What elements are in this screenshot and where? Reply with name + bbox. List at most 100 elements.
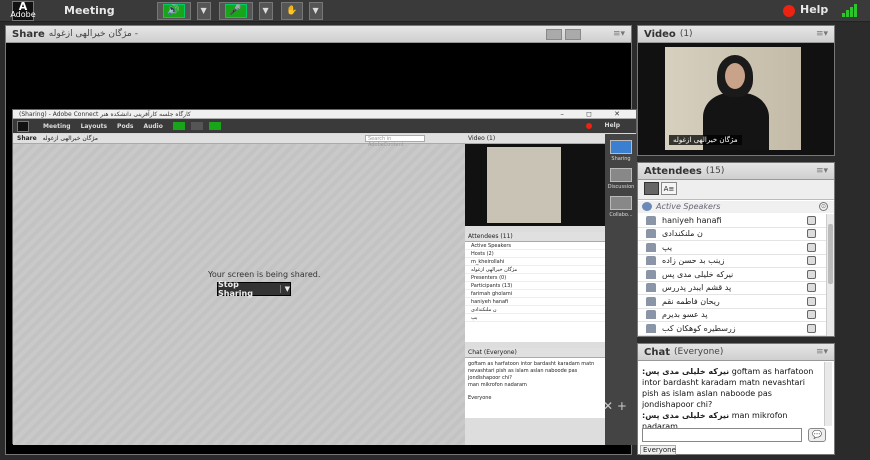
inner-chat-tab[interactable]: Everyone (468, 395, 602, 402)
list-item: Active Speakers (465, 242, 605, 250)
inner-record-icon (586, 123, 592, 129)
mic-icon (807, 323, 816, 333)
share-pod: Share مژگان خیرالهی ازغوله - ≡▾ (Sharing… (5, 25, 637, 455)
list-item: Presenters (0) (465, 274, 605, 282)
chat-sender: :نیرکه خلیلی مدی پس (642, 367, 730, 376)
user-icon (646, 215, 656, 225)
video-title: Video (644, 28, 676, 40)
inner-speaker-icon[interactable] (172, 122, 185, 130)
list-item[interactable]: haniyeh hanafi (638, 214, 826, 228)
inner-video-header: Video (1) (465, 134, 605, 144)
inner-menu-layouts[interactable]: Layouts (81, 123, 107, 130)
user-icon (646, 242, 656, 252)
stop-sharing-button[interactable]: Stop Sharing ▼ (217, 280, 291, 298)
list-item[interactable]: پد قشم ایبدر پدررس (638, 282, 826, 295)
list-item[interactable]: haniyeh hanafi (465, 298, 605, 306)
status-button[interactable]: ✋ (280, 1, 303, 20)
inner-menu-meeting[interactable]: Meeting (43, 123, 71, 130)
fit-width-icon[interactable] (546, 29, 562, 40)
attendee-scrollbar[interactable] (826, 214, 834, 336)
attendees-title: Attendees (644, 165, 702, 177)
list-item[interactable]: ن ملنکندادی (465, 306, 605, 314)
inner-menu-audio[interactable]: Audio (143, 123, 162, 130)
layout-tile-discussion[interactable] (610, 168, 632, 182)
screen-shared-message: Your screen is being shared. (208, 270, 321, 279)
inner-adobe-logo-icon (17, 120, 29, 132)
collapse-icon[interactable]: ⊙ (819, 202, 828, 211)
logo-text: Adobe (10, 9, 36, 19)
chat-scope: (Everyone) (674, 347, 724, 357)
list-item[interactable]: زینب بد حسن زاده (638, 255, 826, 268)
attendee-name: یپ (662, 242, 673, 252)
chat-pod-menu-icon[interactable]: ≡▾ (816, 347, 828, 357)
list-item[interactable]: ریحان فاطمه نقم (638, 295, 826, 309)
add-layout-icon[interactable]: ✕ + (603, 399, 627, 413)
inner-menu-pods[interactable]: Pods (117, 123, 133, 130)
sort-icon[interactable]: A≡ (661, 182, 677, 195)
list-item[interactable]: m_kheirollahi (465, 258, 605, 266)
inner-window-titlebar: (Sharing) - Adobe Connect کارگاه جلسه کا… (13, 110, 636, 119)
microphone-dropdown-arrow[interactable]: ▼ (258, 1, 273, 20)
attendee-name: ریحان فاطمه نقم (662, 296, 720, 306)
attendees-pod: Attendees (15) ≡▾ A≡ Active Speakers ⊙ h… (637, 162, 835, 337)
list-item[interactable]: زرسطیره کوهکان کب (638, 322, 826, 336)
chat-scrollbar[interactable] (824, 362, 832, 426)
user-icon (646, 283, 656, 293)
list-item[interactable]: پد عسو بدیرم (638, 309, 826, 322)
layout-tile-collaboration[interactable] (610, 196, 632, 210)
chat-pod: Chat (Everyone) ≡▾ :نیرکه خلیلی مدی پس g… (637, 343, 835, 455)
window-controls[interactable]: – ◻ ✕ (560, 110, 630, 119)
active-speakers-header[interactable]: Active Speakers ⊙ (638, 201, 834, 213)
chat-tab-everyone[interactable]: Everyone (640, 445, 676, 455)
attendee-list: haniyeh hanafi ن ملنکندادی یپ زینب بد حس… (638, 214, 826, 336)
meeting-menu[interactable]: Meeting (64, 4, 115, 17)
inner-microphone-icon[interactable] (208, 122, 221, 130)
attendees-pod-menu-icon[interactable]: ≡▾ (816, 166, 828, 176)
scroll-thumb[interactable] (828, 224, 833, 284)
user-icon (646, 310, 656, 320)
share-subtitle: مژگان خیرالهی ازغوله - (48, 29, 138, 39)
inner-attendee-list: Active Speakers Hosts (2) m_kheirollahi … (465, 242, 605, 342)
inner-right-column: Video (1) Attendees (11) Active Speakers… (465, 134, 605, 445)
chat-messages: :نیرکه خلیلی مدی پس goftam as harfatoon … (642, 366, 824, 431)
inner-share-pod: Share مژگان خیرالهی ازغوله Search in Ado… (13, 134, 465, 445)
inner-search-field[interactable]: Search in AdobeContent (365, 135, 425, 148)
stop-sharing-dropdown-icon[interactable]: ▼ (279, 285, 290, 293)
chat-title: Chat (644, 346, 670, 358)
attendee-name: haniyeh hanafi (662, 215, 722, 225)
list-item[interactable]: farimah gholami (465, 290, 605, 298)
list-item[interactable]: ن ملنکندادی (638, 228, 826, 241)
video-pod-menu-icon[interactable]: ≡▾ (816, 29, 828, 39)
layout-tile-sharing[interactable] (610, 140, 632, 154)
list-view-icon[interactable] (644, 182, 659, 195)
adobe-logo-icon: A Adobe (10, 0, 36, 21)
help-menu[interactable]: Help (800, 3, 828, 16)
layout-label: Collabo... (609, 212, 633, 218)
list-item[interactable]: یپ (638, 241, 826, 255)
inner-camera-icon[interactable] (190, 122, 203, 130)
list-item[interactable]: یپ (465, 314, 605, 322)
speakers-icon (642, 202, 652, 211)
send-message-icon[interactable]: 💬 (808, 428, 826, 442)
status-dropdown-arrow[interactable]: ▼ (308, 1, 323, 20)
list-item[interactable]: مژگان خیرالهی ازغوله (465, 266, 605, 274)
speaker-dropdown-arrow[interactable]: ▼ (196, 1, 211, 20)
chat-input[interactable] (642, 428, 802, 442)
stop-sharing-label: Stop Sharing (218, 280, 253, 298)
full-screen-icon[interactable] (565, 29, 581, 40)
attendee-name: پد قشم ایبدر پدررس (662, 283, 732, 293)
inner-attendees-header: Attendees (11) (465, 232, 605, 242)
inner-chat-message: goftam as harfatoon intor bardasht karad… (468, 361, 595, 381)
layout-label: Sharing (611, 156, 631, 162)
list-item[interactable]: نیرکه خلیلی مدی پس (638, 268, 826, 282)
inner-help-menu[interactable]: Help (605, 122, 620, 129)
microphone-button[interactable]: 🎤 (218, 1, 253, 20)
speaker-button[interactable]: 🔊 (156, 1, 191, 20)
mic-icon (807, 215, 816, 225)
mic-icon (807, 296, 816, 306)
inner-window-title: (Sharing) - Adobe Connect کارگاه جلسه کا… (19, 111, 191, 118)
record-indicator-icon[interactable] (783, 5, 795, 17)
active-speakers-label: Active Speakers (656, 202, 721, 211)
attendee-name: پد عسو بدیرم (662, 310, 708, 320)
share-pod-menu-icon[interactable]: ≡▾ (613, 29, 625, 39)
